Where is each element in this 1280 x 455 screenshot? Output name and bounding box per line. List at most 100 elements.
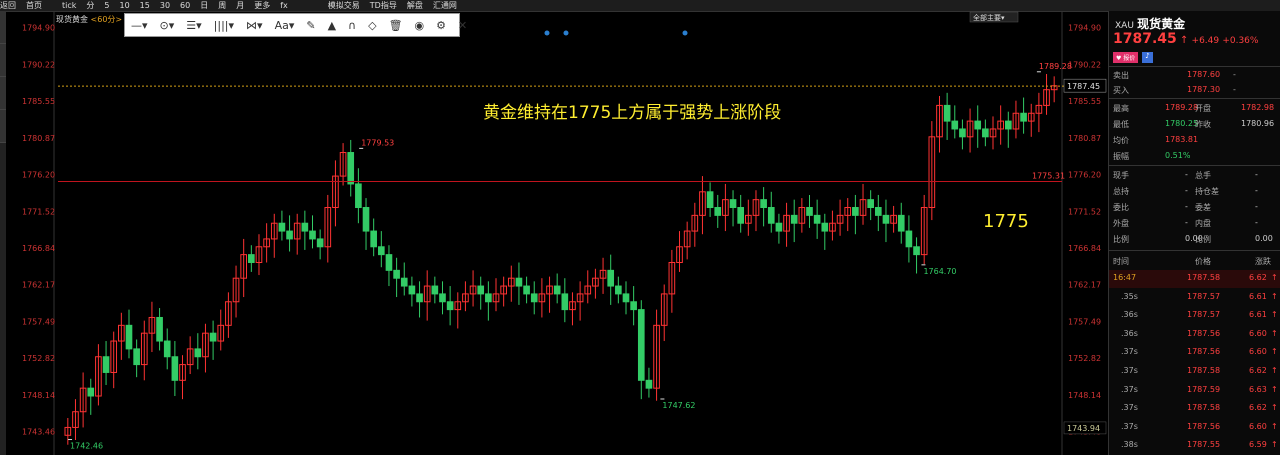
candle-body-115 <box>943 104 951 122</box>
vol-value: 0.00 <box>1255 234 1273 243</box>
candle-body-29 <box>286 230 293 240</box>
topbar-item-18[interactable]: 模拟交易 <box>328 0 360 11</box>
topbar-item-6[interactable]: 10 <box>119 1 129 10</box>
stat-value: 1783.81 <box>1165 135 1199 144</box>
support-line-label: 1775.31 <box>1032 172 1065 181</box>
candle-body-98 <box>813 214 821 224</box>
last-price-row: 1787.45 ↑ +6.49 +0.36% <box>1113 31 1258 47</box>
candle-body-55 <box>485 293 492 303</box>
topbar-item-3[interactable]: tick <box>62 1 76 10</box>
topbar-item-1[interactable]: 首页 <box>26 0 42 11</box>
tick-change: 6.62 <box>1249 403 1267 413</box>
drawing-tool-4[interactable]: ⋈▾ <box>246 19 263 32</box>
event-dot-1[interactable] <box>563 30 569 36</box>
drawing-tool-3[interactable]: ||||▾ <box>214 19 234 32</box>
topbar-item-12[interactable]: 月 <box>236 0 244 11</box>
vol-label: 比例 <box>1195 235 1211 244</box>
candle-body-41 <box>377 246 385 256</box>
drawing-tool-2[interactable]: ☰▾ <box>186 19 201 32</box>
topbar-item-5[interactable]: 5 <box>104 1 109 10</box>
y-tick-right-6: 1766.84 <box>1068 244 1101 253</box>
layout-select-label[interactable]: 全部主要▾ <box>973 13 1005 22</box>
tick-row: .37s 1787.58 6.62 ↑ <box>1109 363 1280 381</box>
vol-value: - <box>1185 218 1188 227</box>
topbar-item-9[interactable]: 60 <box>180 1 190 10</box>
event-dot-0[interactable] <box>544 30 550 36</box>
topbar-item-13[interactable]: 更多 <box>254 0 270 11</box>
tick-row: .38s 1787.55 6.59 ↑ <box>1109 437 1280 455</box>
vol-value: - <box>1255 186 1258 195</box>
price-change: +6.49 <box>1191 36 1220 46</box>
y-tick-left-0: 1794.90 <box>22 24 55 33</box>
candlestick-chart[interactable]: 1794.90 1794.90 1790.22 1790.22 1785.55 1785.… <box>0 11 1108 455</box>
drawing-tool-11[interactable]: ◉ <box>415 19 425 32</box>
topbar-item-4[interactable]: 分 <box>86 0 94 11</box>
y-tick-left-6: 1766.84 <box>22 244 55 253</box>
tick-price: 1787.57 <box>1187 291 1221 301</box>
y-tick-right-10: 1748.14 <box>1068 391 1101 400</box>
up-arrow-icon: ↑ <box>1271 273 1278 282</box>
drawing-tool-12[interactable]: ⚙ <box>436 19 446 32</box>
tick-change: 6.60 <box>1249 328 1267 338</box>
tick-change: 6.61 <box>1249 291 1267 301</box>
quote-tags: ♥ 报价 ♪ <box>1113 52 1153 63</box>
candle-body-103 <box>852 207 859 216</box>
event-dot-2[interactable] <box>682 30 688 36</box>
candle-body-107 <box>882 214 890 224</box>
vol-value: - <box>1185 186 1188 195</box>
drawing-tool-5[interactable]: Aa▾ <box>275 19 295 32</box>
candle-body-71 <box>607 269 615 287</box>
drawing-tool-13[interactable]: ✕ <box>458 19 467 32</box>
stat-value: 1782.98 <box>1241 103 1275 112</box>
y-tick-right-9: 1752.82 <box>1068 354 1101 363</box>
drawing-tool-7[interactable]: ▲ <box>328 19 336 32</box>
bell-icon[interactable]: ♪ <box>1142 52 1153 63</box>
chart-annotation-text[interactable]: 黄金维持在1775上方属于强势上涨阶段 <box>483 103 781 123</box>
y-tick-right-5: 1771.52 <box>1068 207 1101 216</box>
stat-label: 开盘 <box>1195 104 1211 113</box>
topbar-item-10[interactable]: 日 <box>200 0 208 11</box>
tick-time: .37s <box>1121 347 1138 357</box>
candle-body-48 <box>431 285 439 295</box>
drawing-tool-9[interactable]: ◇ <box>368 19 376 32</box>
up-arrow-icon: ↑ <box>1271 403 1278 413</box>
candle-body-110 <box>905 230 913 248</box>
candle-body-120 <box>982 128 989 138</box>
topbar-item-21[interactable]: 汇通网 <box>433 0 457 11</box>
topbar-item-11[interactable]: 周 <box>218 0 226 11</box>
drawing-tool-6[interactable]: ✎ <box>306 19 315 32</box>
vol-label: 内盘 <box>1195 219 1211 228</box>
drawing-tool-10[interactable]: 🗑 <box>389 19 403 32</box>
topbar-item-0[interactable]: 返回 <box>0 0 16 11</box>
y-tick-left-5: 1771.52 <box>22 207 55 216</box>
candle-body-33 <box>316 238 324 248</box>
quote-tag-button[interactable]: ♥ 报价 <box>1113 52 1139 63</box>
topbar-item-20[interactable]: 解盘 <box>407 0 423 11</box>
vol-label: 总手 <box>1195 171 1211 180</box>
y-tick-left-9: 1752.82 <box>22 354 55 363</box>
tick-change: 6.62 <box>1249 273 1267 282</box>
stat-value: 1780.96 <box>1241 119 1275 128</box>
tick-change: 6.62 <box>1249 366 1267 375</box>
last-price: 1787.45 <box>1113 31 1177 47</box>
topbar-item-19[interactable]: TD指导 <box>370 0 397 11</box>
marker-label-1: 1779.53 <box>361 138 394 147</box>
candle-body-42 <box>385 254 393 271</box>
y-tick-right-2: 1785.55 <box>1068 97 1101 106</box>
symbol-code: XAU <box>1115 21 1134 31</box>
candle-body-85 <box>714 207 722 216</box>
drawing-tool-8[interactable]: ∩ <box>348 19 356 32</box>
topbar-item-14[interactable]: fx <box>280 1 288 10</box>
y-tick-right-1: 1790.22 <box>1068 60 1101 69</box>
topbar-item-8[interactable]: 30 <box>160 1 170 10</box>
stat-label: 振幅 <box>1113 152 1129 161</box>
candle-body-87 <box>729 199 737 209</box>
tick-price: 1787.56 <box>1187 347 1221 357</box>
topbar-item-7[interactable]: 15 <box>140 1 150 10</box>
drawing-tool-0[interactable]: —▾ <box>131 19 148 32</box>
level-annotation-text[interactable]: 1775 <box>983 211 1029 232</box>
stat-label: 昨收 <box>1195 120 1211 129</box>
tick-row: .37s 1787.58 6.62 ↑ <box>1109 400 1280 418</box>
candle-body-125 <box>1020 112 1027 122</box>
drawing-tool-1[interactable]: ⊙▾ <box>160 19 175 32</box>
